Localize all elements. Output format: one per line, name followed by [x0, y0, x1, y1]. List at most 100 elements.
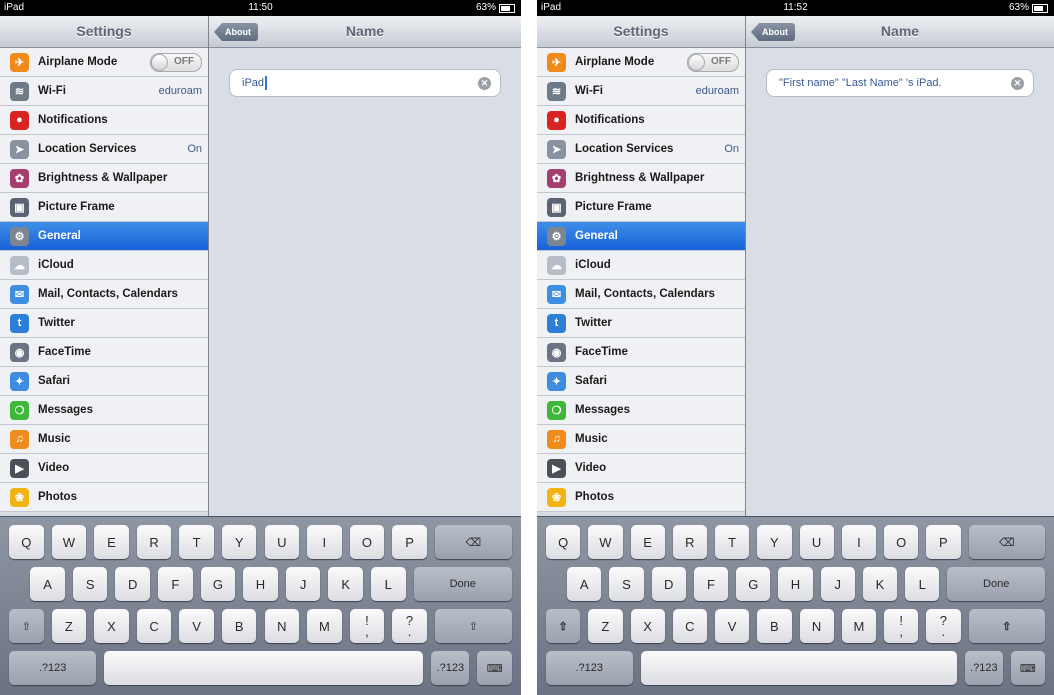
sidebar-item-brightness-wallpaper[interactable]: ✿ Brightness & Wallpaper — [0, 164, 208, 193]
back-button[interactable]: About — [751, 23, 795, 41]
numbers-key-left[interactable]: .?123 — [546, 651, 633, 685]
hide-keyboard-key[interactable]: ⌨ — [1010, 651, 1045, 685]
key-q[interactable]: Q — [546, 525, 581, 559]
key-o[interactable]: O — [884, 525, 919, 559]
key-a[interactable]: A — [567, 567, 602, 601]
key-n[interactable]: N — [799, 609, 834, 643]
space-bar[interactable] — [104, 651, 424, 685]
shift-key-left[interactable]: ⇧ — [9, 609, 44, 643]
sidebar-item-music[interactable]: ♫ Music — [0, 425, 208, 454]
key-k[interactable]: K — [862, 567, 898, 601]
sidebar-item-messages[interactable]: ❍ Messages — [537, 396, 745, 425]
key-h[interactable]: H — [778, 567, 813, 601]
sidebar-item-photos[interactable]: ❀ Photos — [0, 483, 208, 512]
key-e[interactable]: E — [94, 525, 129, 559]
key-s[interactable]: S — [72, 567, 108, 601]
sidebar-item-icloud[interactable]: ☁ iCloud — [537, 251, 745, 280]
sidebar-item-messages[interactable]: ❍ Messages — [0, 396, 208, 425]
numbers-key-left[interactable]: .?123 — [9, 651, 97, 685]
exclamation-comma-key[interactable]: !, — [349, 609, 385, 643]
back-button[interactable]: About — [214, 23, 258, 41]
question-period-key[interactable]: ?. — [926, 609, 961, 643]
sidebar-item-photos[interactable]: ❀ Photos — [537, 483, 745, 512]
key-y[interactable]: Y — [221, 525, 257, 559]
sidebar-item-mail-contacts-calendars[interactable]: ✉ Mail, Contacts, Calendars — [537, 280, 745, 309]
clear-text-icon[interactable]: ✕ — [478, 76, 491, 90]
sidebar-item-location-services[interactable]: ➤ Location Services On — [537, 135, 745, 164]
key-v[interactable]: V — [179, 609, 214, 643]
key-f[interactable]: F — [693, 567, 729, 601]
key-l[interactable]: L — [905, 567, 940, 601]
key-x[interactable]: X — [94, 609, 129, 643]
sidebar-item-airplane-mode[interactable]: ✈ Airplane Mode OFF — [0, 48, 208, 77]
key-w[interactable]: W — [51, 525, 87, 559]
key-i[interactable]: I — [841, 525, 876, 559]
key-b[interactable]: B — [757, 609, 792, 643]
key-l[interactable]: L — [370, 567, 406, 601]
key-i[interactable]: I — [307, 525, 342, 559]
key-u[interactable]: U — [799, 525, 834, 559]
key-z[interactable]: Z — [51, 609, 87, 643]
sidebar-item-general[interactable]: ⚙ General — [537, 222, 745, 251]
airplane-mode-toggle[interactable]: OFF — [150, 52, 202, 72]
name-field[interactable]: iPad ✕ — [229, 69, 501, 97]
key-j[interactable]: J — [285, 567, 321, 601]
sidebar-item-music[interactable]: ♫ Music — [537, 425, 745, 454]
done-key[interactable]: Done — [947, 567, 1045, 601]
key-b[interactable]: B — [221, 609, 257, 643]
key-m[interactable]: M — [841, 609, 876, 643]
shift-key-left[interactable]: ⇧ — [546, 609, 581, 643]
sidebar-item-safari[interactable]: ✦ Safari — [537, 367, 745, 396]
key-z[interactable]: Z — [588, 609, 623, 643]
key-d[interactable]: D — [651, 567, 686, 601]
sidebar-item-wi-fi[interactable]: ≋ Wi-Fi eduroam — [537, 77, 745, 106]
key-c[interactable]: C — [136, 609, 172, 643]
backspace-key[interactable]: ⌫ — [434, 525, 512, 559]
key-a[interactable]: A — [30, 567, 65, 601]
key-e[interactable]: E — [630, 525, 665, 559]
key-o[interactable]: O — [349, 525, 385, 559]
backspace-key[interactable]: ⌫ — [968, 525, 1045, 559]
sidebar-item-airplane-mode[interactable]: ✈ Airplane Mode OFF — [537, 48, 745, 77]
name-field[interactable]: "First name" "Last Name" 's iPad. ✕ — [766, 69, 1034, 97]
sidebar-item-facetime[interactable]: ◉ FaceTime — [537, 338, 745, 367]
shift-key-right[interactable]: ⇧ — [968, 609, 1045, 643]
sidebar-item-brightness-wallpaper[interactable]: ✿ Brightness & Wallpaper — [537, 164, 745, 193]
key-v[interactable]: V — [715, 609, 750, 643]
key-d[interactable]: D — [115, 567, 151, 601]
sidebar-item-safari[interactable]: ✦ Safari — [0, 367, 208, 396]
sidebar-item-twitter[interactable]: t Twitter — [537, 309, 745, 338]
sidebar-item-mail-contacts-calendars[interactable]: ✉ Mail, Contacts, Calendars — [0, 280, 208, 309]
sidebar-item-video[interactable]: ▶ Video — [0, 454, 208, 483]
key-n[interactable]: N — [264, 609, 300, 643]
key-m[interactable]: M — [307, 609, 342, 643]
numbers-key-right[interactable]: .?123 — [431, 651, 470, 685]
exclamation-comma-key[interactable]: !, — [884, 609, 919, 643]
shift-key-right[interactable]: ⇧ — [434, 609, 512, 643]
question-period-key[interactable]: ?. — [392, 609, 427, 643]
key-p[interactable]: P — [392, 525, 427, 559]
key-f[interactable]: F — [158, 567, 193, 601]
airplane-mode-toggle[interactable]: OFF — [687, 52, 739, 72]
sidebar-item-notifications[interactable]: ● Notifications — [537, 106, 745, 135]
key-y[interactable]: Y — [757, 525, 792, 559]
sidebar-item-location-services[interactable]: ➤ Location Services On — [0, 135, 208, 164]
key-s[interactable]: S — [609, 567, 644, 601]
key-p[interactable]: P — [926, 525, 961, 559]
sidebar-item-picture-frame[interactable]: ▣ Picture Frame — [0, 193, 208, 222]
sidebar-item-facetime[interactable]: ◉ FaceTime — [0, 338, 208, 367]
key-r[interactable]: R — [672, 525, 707, 559]
key-r[interactable]: R — [136, 525, 172, 559]
done-key[interactable]: Done — [413, 567, 512, 601]
key-q[interactable]: Q — [9, 525, 44, 559]
key-k[interactable]: K — [328, 567, 363, 601]
clear-text-icon[interactable]: ✕ — [1011, 76, 1024, 90]
numbers-key-right[interactable]: .?123 — [965, 651, 1003, 685]
key-t[interactable]: T — [179, 525, 214, 559]
key-t[interactable]: T — [715, 525, 750, 559]
sidebar-item-notifications[interactable]: ● Notifications — [0, 106, 208, 135]
space-bar[interactable] — [640, 651, 958, 685]
sidebar-item-video[interactable]: ▶ Video — [537, 454, 745, 483]
key-c[interactable]: C — [672, 609, 707, 643]
sidebar-item-twitter[interactable]: t Twitter — [0, 309, 208, 338]
